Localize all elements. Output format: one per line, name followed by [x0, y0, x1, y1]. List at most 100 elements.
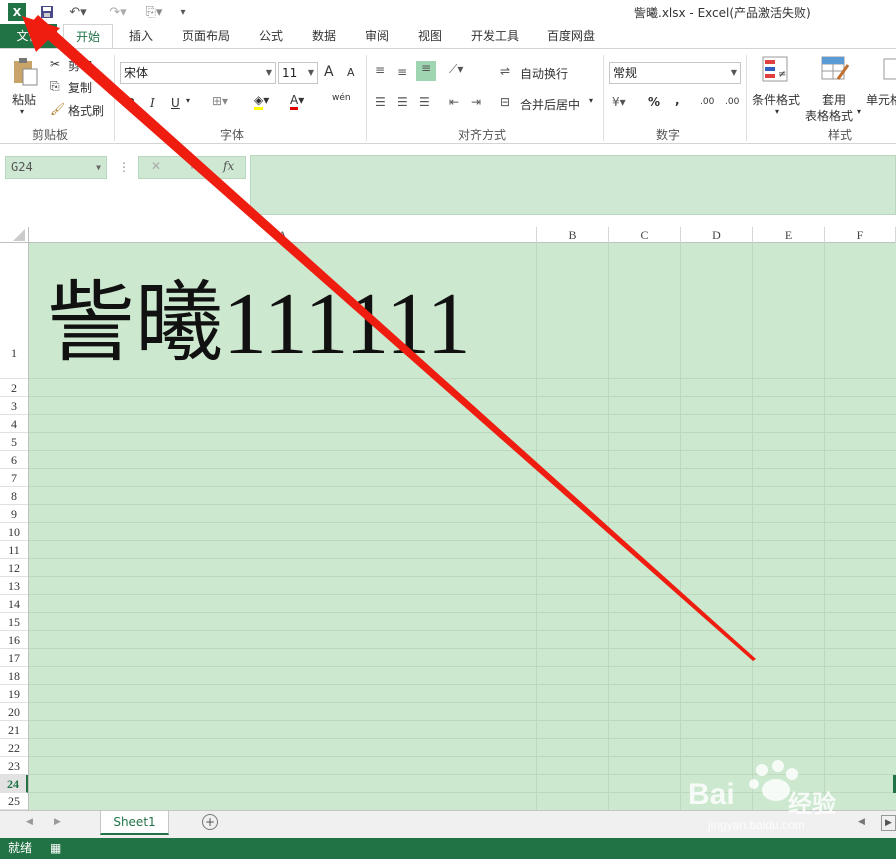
table-format-label-2[interactable]: 表格格式	[805, 107, 853, 124]
row-header-15[interactable]: 15	[0, 613, 28, 631]
row-header-1[interactable]: 1	[0, 243, 28, 379]
customize-icon[interactable]: ▾	[176, 3, 190, 21]
row-header-24[interactable]: 24	[0, 775, 28, 793]
borders-icon[interactable]: ⊞▾	[212, 94, 228, 108]
tab-data[interactable]: 数据	[303, 24, 345, 48]
conditional-format-button[interactable]: 条件格式	[752, 91, 800, 108]
row-header-16[interactable]: 16	[0, 631, 28, 649]
wrap-text-button[interactable]: 自动换行	[520, 65, 568, 82]
scroll-left-icon[interactable]: ◀	[26, 817, 33, 827]
column-header-d[interactable]: D	[681, 227, 753, 243]
name-box[interactable]: G24 ▼	[5, 156, 107, 179]
row-header-10[interactable]: 10	[0, 523, 28, 541]
row-header-20[interactable]: 20	[0, 703, 28, 721]
row-header-14[interactable]: 14	[0, 595, 28, 613]
underline-button[interactable]: U	[171, 96, 180, 110]
align-center-icon[interactable]: ☰	[397, 95, 408, 109]
comma-button[interactable]: ,	[675, 93, 680, 107]
merge-dropdown-icon[interactable]: ▾	[589, 96, 593, 105]
tab-developer[interactable]: 开发工具	[462, 24, 528, 48]
merge-center-button[interactable]: 合并后居中	[520, 96, 580, 113]
redo-icon[interactable]: ↷▾	[106, 3, 130, 21]
wrap-text-icon[interactable]: ⇌	[500, 64, 510, 78]
row-header-13[interactable]: 13	[0, 577, 28, 595]
row-header-11[interactable]: 11	[0, 541, 28, 559]
paste-icon[interactable]	[10, 57, 40, 87]
conditional-format-icon[interactable]: ≠	[760, 55, 790, 85]
row-header-23[interactable]: 23	[0, 757, 28, 775]
align-top-icon[interactable]: ≡	[375, 63, 385, 77]
tab-formulas[interactable]: 公式	[250, 24, 292, 48]
tab-file[interactable]: 文件	[0, 24, 57, 48]
conditional-dropdown-icon[interactable]: ▾	[775, 107, 779, 116]
format-icon[interactable]: ⎘▾	[140, 3, 168, 21]
add-sheet-icon[interactable]: +	[202, 814, 218, 830]
cell-grid[interactable]: 訾曦111111	[29, 243, 896, 810]
cut-icon[interactable]: ✂	[50, 57, 60, 71]
row-header-2[interactable]: 2	[0, 379, 28, 397]
currency-icon[interactable]: ¥▾	[612, 95, 626, 109]
tab-page-layout[interactable]: 页面布局	[170, 24, 242, 48]
tab-review[interactable]: 审阅	[356, 24, 398, 48]
row-header-18[interactable]: 18	[0, 667, 28, 685]
orientation-icon[interactable]: ⟋▾	[449, 62, 463, 77]
italic-button[interactable]: I	[150, 96, 155, 110]
paste-dropdown-icon[interactable]: ▾	[20, 107, 24, 116]
align-right-icon[interactable]: ☰	[419, 95, 430, 109]
cut-button[interactable]: 剪切	[68, 57, 92, 74]
row-header-17[interactable]: 17	[0, 649, 28, 667]
row-header-12[interactable]: 12	[0, 559, 28, 577]
row-header-5[interactable]: 5	[0, 433, 28, 451]
paste-button[interactable]: 粘贴	[12, 91, 36, 108]
font-size-select[interactable]: 11 ▼	[278, 62, 318, 84]
shrink-font-button[interactable]: A	[347, 66, 355, 79]
underline-dropdown-icon[interactable]: ▾	[186, 96, 190, 105]
fill-color-icon[interactable]: ◈▾	[254, 93, 269, 110]
scroll-right-icon[interactable]: ▶	[54, 817, 61, 827]
row-header-7[interactable]: 7	[0, 469, 28, 487]
copy-button[interactable]: 复制	[68, 79, 92, 96]
percent-button[interactable]: %	[648, 95, 660, 109]
row-header-22[interactable]: 22	[0, 739, 28, 757]
column-header-c[interactable]: C	[609, 227, 681, 243]
macro-record-icon[interactable]: ▦	[50, 838, 61, 859]
increase-decimal-button[interactable]: .00	[700, 97, 714, 107]
save-icon[interactable]	[38, 3, 56, 21]
row-header-3[interactable]: 3	[0, 397, 28, 415]
cell-styles-button[interactable]: 单元格	[866, 91, 896, 108]
column-header-a[interactable]: A	[29, 227, 537, 243]
more-icon[interactable]: ⋮	[118, 160, 130, 174]
row-header-6[interactable]: 6	[0, 451, 28, 469]
tab-insert[interactable]: 插入	[118, 24, 164, 48]
decrease-decimal-button[interactable]: .00	[725, 97, 739, 107]
formula-input[interactable]	[250, 155, 896, 215]
grow-font-button[interactable]: A	[324, 64, 334, 80]
align-bottom-icon[interactable]: ≡	[416, 61, 436, 81]
tab-baidu-netdisk[interactable]: 百度网盘	[538, 24, 604, 48]
cancel-icon[interactable]: ✕	[151, 159, 161, 173]
column-header-b[interactable]: B	[537, 227, 609, 243]
format-painter-button[interactable]: 格式刷	[68, 102, 104, 119]
tab-home[interactable]: 开始	[63, 24, 113, 49]
sheet-tab-sheet1[interactable]: Sheet1	[100, 811, 169, 835]
row-header-19[interactable]: 19	[0, 685, 28, 703]
table-format-dropdown-icon[interactable]: ▾	[857, 107, 861, 116]
increase-indent-icon[interactable]: ⇥	[471, 95, 481, 109]
column-header-e[interactable]: E	[753, 227, 825, 243]
phonetic-button[interactable]: wén	[332, 93, 351, 103]
tab-view[interactable]: 视图	[409, 24, 451, 48]
row-header-25[interactable]: 25	[0, 793, 28, 810]
insert-function-button[interactable]: fx	[223, 159, 234, 173]
merge-center-icon[interactable]: ⊟	[500, 95, 510, 109]
column-header-f[interactable]: F	[825, 227, 896, 243]
align-left-icon[interactable]: ☰	[375, 95, 386, 109]
copy-icon[interactable]: ⎘	[50, 79, 60, 94]
table-format-icon[interactable]	[820, 55, 850, 85]
row-header-9[interactable]: 9	[0, 505, 28, 523]
font-name-select[interactable]: 宋体 ▼	[120, 62, 276, 84]
row-header-4[interactable]: 4	[0, 415, 28, 433]
font-color-button[interactable]: A▾	[290, 93, 304, 110]
chevron-down-icon[interactable]: ▼	[96, 157, 101, 178]
number-format-select[interactable]: 常规 ▼	[609, 62, 741, 84]
table-format-label-1[interactable]: 套用	[822, 91, 846, 108]
